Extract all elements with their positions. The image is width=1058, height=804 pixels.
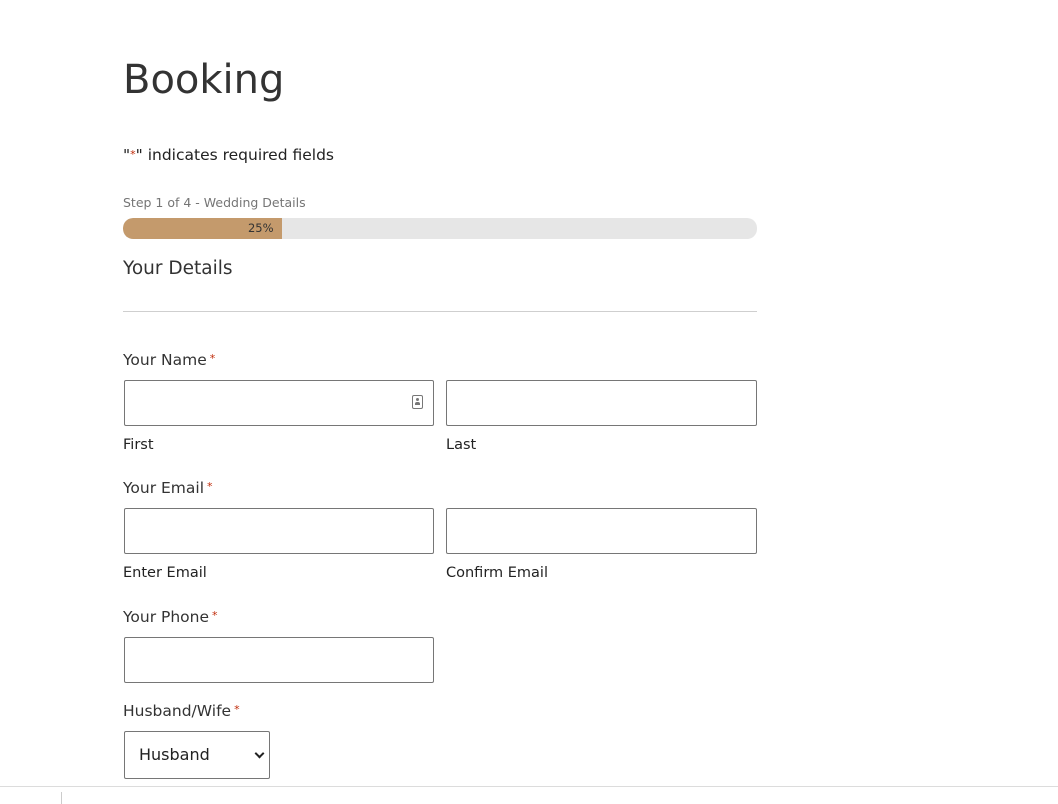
required-marker: * (209, 352, 216, 365)
phone-input[interactable] (124, 637, 434, 683)
chevron-down-icon (254, 748, 265, 759)
confirm-email-sublabel: Confirm Email (446, 565, 548, 581)
name-field-label: Your Name * (123, 349, 215, 370)
last-name-input[interactable] (446, 380, 757, 426)
last-name-sublabel: Last (446, 437, 477, 453)
required-marker: * (207, 480, 213, 493)
step-indicator: Step 1 of 4 - Wedding Details (123, 195, 306, 210)
select-value: Husband (139, 745, 210, 764)
progress-percent: 25% (247, 221, 274, 235)
booking-page: Booking "*" indicates required fields St… (0, 0, 1058, 804)
page-title: Booking (123, 57, 285, 103)
spouse-field-label: Husband/Wife * (123, 700, 240, 721)
enter-email-sublabel: Enter Email (123, 565, 207, 581)
progress-bar: 25% (123, 218, 757, 239)
name-label-text: Your Name (123, 351, 207, 369)
progress-bar-fill: 25% (123, 218, 282, 239)
phone-label-text: Your Phone (123, 608, 210, 626)
bottom-separator-tick (61, 792, 62, 804)
spouse-label-text: Husband/Wife (123, 702, 232, 720)
confirm-email-input[interactable] (446, 508, 757, 554)
first-name-input[interactable] (124, 380, 434, 426)
phone-field-label: Your Phone * (123, 606, 218, 627)
section-divider (123, 311, 757, 312)
page-bottom-divider (0, 786, 1058, 787)
required-marker: * (234, 703, 240, 716)
required-fields-note: "*" indicates required fields (123, 145, 334, 165)
section-title: Your Details (123, 258, 233, 279)
first-name-sublabel: First (123, 437, 154, 453)
contact-card-icon[interactable] (412, 395, 423, 409)
required-note-text: " indicates required fields (135, 146, 334, 164)
email-label-text: Your Email (123, 479, 205, 497)
email-input[interactable] (124, 508, 434, 554)
husband-wife-select[interactable]: Husband (124, 731, 270, 779)
email-field-label: Your Email * (123, 477, 213, 498)
required-marker: * (212, 609, 218, 622)
